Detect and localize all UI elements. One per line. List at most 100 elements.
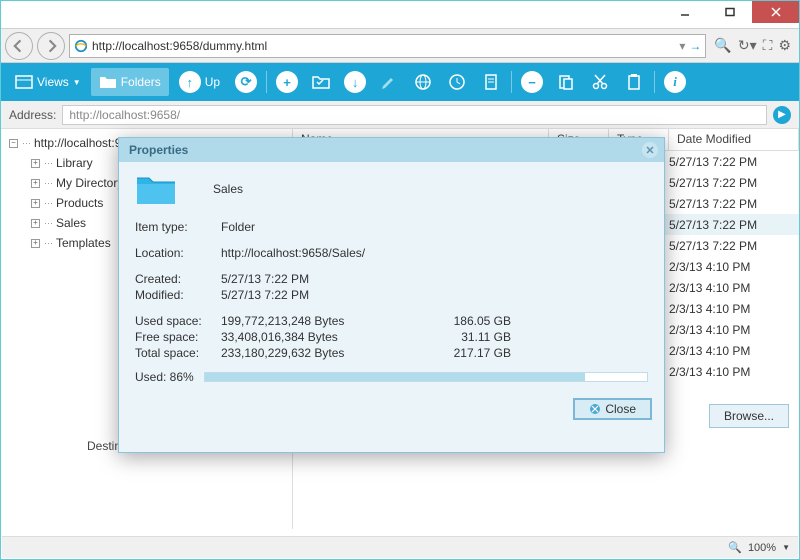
free-label: Free space:	[135, 330, 221, 344]
info-icon: i	[664, 71, 686, 93]
dialog-body: Sales Item type: Folder Location: http:/…	[119, 162, 664, 392]
total-bytes: 233,180,229,632 Bytes	[221, 346, 411, 360]
itemtype-label: Item type:	[135, 220, 221, 234]
close-button[interactable]: Close	[573, 398, 652, 420]
address-input[interactable]	[62, 105, 767, 125]
folders-label: Folders	[121, 75, 161, 89]
zoom-dropdown-icon[interactable]: ▼	[782, 543, 790, 552]
up-label: Up	[205, 75, 220, 89]
zoom-control-icon[interactable]: ⛶	[763, 37, 773, 54]
url-input[interactable]	[92, 39, 675, 53]
tree-connector: ⋯	[44, 238, 52, 249]
row-date: 5/27/13 7:22 PM	[669, 218, 795, 232]
browser-navbar: ▾ → 🔍 ↻▾ ⛶ ⚙	[1, 29, 799, 63]
row-date: 2/3/13 4:10 PM	[669, 323, 795, 337]
collapse-icon[interactable]: −	[9, 139, 18, 148]
dialog-titlebar[interactable]: Properties ✕	[119, 138, 664, 162]
close-check-icon	[589, 403, 601, 415]
tree-connector: ⋯	[44, 198, 52, 209]
destination-label: Destin	[87, 439, 121, 453]
minus-icon: −	[521, 71, 543, 93]
expand-icon[interactable]: +	[31, 239, 40, 248]
edit-button[interactable]	[373, 68, 405, 96]
cut-button[interactable]	[584, 68, 616, 96]
app-toolbar: Views ▼ Folders ↑ Up ⟳ + ↓ − i	[1, 63, 799, 101]
location-label: Location:	[135, 246, 221, 260]
tree-label: Library	[56, 156, 93, 170]
info-button[interactable]: i	[659, 68, 691, 96]
add-button[interactable]: +	[271, 68, 303, 96]
copy-button[interactable]	[475, 68, 507, 96]
clipboard-button[interactable]	[618, 68, 650, 96]
folders-button[interactable]: Folders	[91, 68, 169, 96]
download-button[interactable]: ↓	[339, 68, 371, 96]
address-bar: Address: ▶	[1, 101, 799, 129]
usage-bar-fill	[205, 373, 585, 381]
zoom-icon[interactable]: 🔍	[728, 541, 742, 554]
total-gb: 217.17 GB	[411, 346, 511, 360]
up-icon: ↑	[179, 71, 201, 93]
globe-button[interactable]	[407, 68, 439, 96]
zoom-value: 100%	[748, 542, 776, 554]
globe-icon	[414, 73, 432, 91]
delete-button[interactable]: −	[516, 68, 548, 96]
used-gb: 186.05 GB	[411, 314, 511, 328]
plus-icon: +	[276, 71, 298, 93]
url-dropdown-icon[interactable]: ▾	[679, 39, 685, 53]
created-label: Created:	[135, 272, 221, 286]
scissors-icon	[591, 73, 609, 91]
select-button[interactable]	[305, 68, 337, 96]
history-button[interactable]	[441, 68, 473, 96]
folder-icon	[99, 73, 117, 91]
modified-value: 5/27/13 7:22 PM	[221, 288, 411, 302]
browser-window: ▾ → 🔍 ↻▾ ⛶ ⚙ Views ▼ Folders ↑ Up ⟳ + ↓	[0, 0, 800, 560]
row-date: 5/27/13 7:22 PM	[669, 197, 795, 211]
minimize-button[interactable]	[662, 1, 707, 23]
paste-button[interactable]	[550, 68, 582, 96]
url-bar[interactable]: ▾ →	[69, 34, 706, 58]
views-label: Views	[37, 75, 69, 89]
views-button[interactable]: Views ▼	[7, 68, 89, 96]
chevron-down-icon: ▼	[73, 78, 81, 87]
expand-icon[interactable]: +	[31, 159, 40, 168]
created-value: 5/27/13 7:22 PM	[221, 272, 411, 286]
tree-label: Sales	[56, 216, 86, 230]
row-date: 5/27/13 7:22 PM	[669, 176, 795, 190]
separator	[266, 71, 267, 93]
arrow-right-icon: ▶	[778, 109, 786, 120]
tree-label: My Directory	[56, 176, 123, 190]
up-button[interactable]: ↑ Up	[171, 68, 228, 96]
tree-label: Templates	[56, 236, 111, 250]
col-date[interactable]: Date Modified	[669, 129, 799, 150]
row-date: 2/3/13 4:10 PM	[669, 260, 795, 274]
maximize-button[interactable]	[707, 1, 752, 23]
row-date: 5/27/13 7:22 PM	[669, 239, 795, 253]
views-icon	[15, 73, 33, 91]
download-icon: ↓	[344, 71, 366, 93]
url-go-icon[interactable]: →	[689, 39, 701, 53]
clipboard-icon	[625, 73, 643, 91]
check-folder-icon	[312, 73, 330, 91]
status-bar: 🔍 100% ▼	[2, 536, 798, 558]
expand-icon[interactable]: +	[31, 199, 40, 208]
tools-icon[interactable]: ⚙	[778, 37, 791, 54]
refresh-button[interactable]: ⟳	[230, 68, 262, 96]
back-button[interactable]	[5, 32, 33, 60]
folder-name: Sales	[213, 182, 243, 196]
used-pct-label: Used: 86%	[135, 370, 194, 384]
search-icon[interactable]: 🔍	[714, 37, 731, 54]
forward-button[interactable]	[37, 32, 65, 60]
usage-bar	[204, 372, 648, 382]
separator	[654, 71, 655, 93]
separator	[511, 71, 512, 93]
refresh-icon[interactable]: ↻▾	[738, 37, 757, 54]
browse-button[interactable]: Browse...	[709, 404, 789, 428]
expand-icon[interactable]: +	[31, 219, 40, 228]
window-close-button[interactable]	[752, 1, 799, 23]
expand-icon[interactable]: +	[31, 179, 40, 188]
tree-connector: ⋯	[44, 178, 52, 189]
itemtype-value: Folder	[221, 220, 411, 234]
go-button[interactable]: ▶	[773, 106, 791, 124]
window-titlebar	[1, 1, 799, 29]
dialog-close-icon[interactable]: ✕	[642, 142, 658, 158]
